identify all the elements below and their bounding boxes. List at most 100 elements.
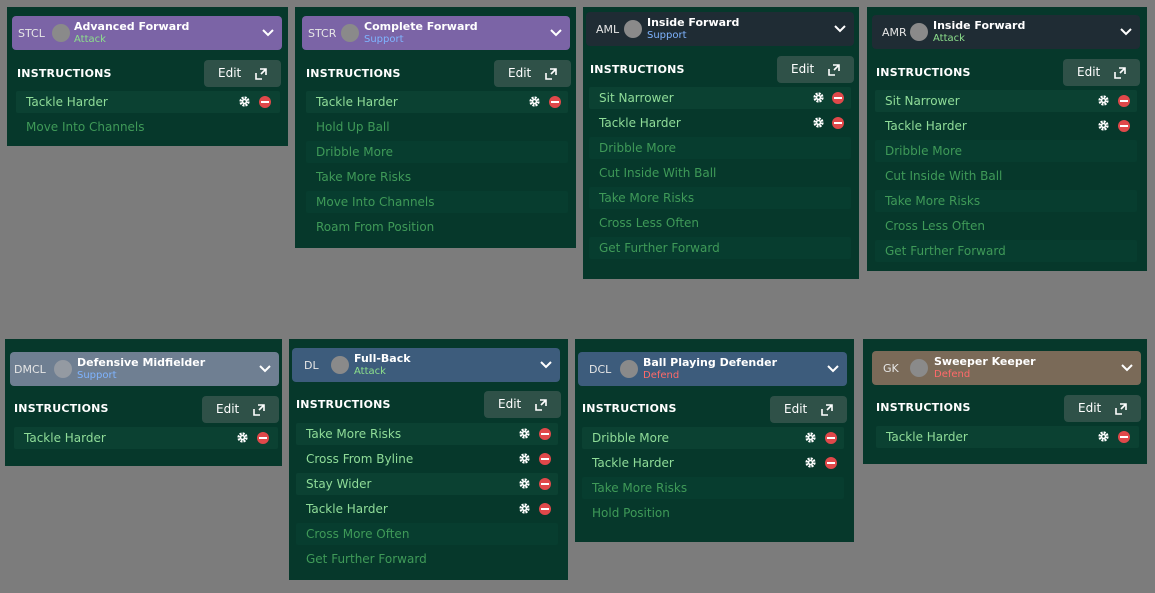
instruction-row[interactable]: Sit Narrower: [589, 87, 851, 109]
instruction-row[interactable]: Roam From Position: [306, 216, 568, 238]
instruction-row[interactable]: Move Into Channels: [16, 116, 280, 138]
instruction-row[interactable]: Tackle Harder: [16, 91, 280, 113]
instruction-row[interactable]: Take More Risks: [306, 166, 568, 188]
instruction-row[interactable]: Cut Inside With Ball: [875, 165, 1137, 187]
role-selector[interactable]: STCR Complete Forward Support: [302, 16, 570, 50]
instruction-row[interactable]: Tackle Harder: [876, 426, 1139, 448]
instruction-row[interactable]: Tackle Harder: [14, 427, 278, 449]
chevron-down-icon[interactable]: [538, 356, 554, 372]
remove-icon[interactable]: [825, 432, 837, 444]
instruction-row[interactable]: Tackle Harder: [306, 91, 568, 113]
chevron-down-icon[interactable]: [832, 20, 848, 36]
edit-label: Edit: [1077, 65, 1101, 79]
instruction-row[interactable]: Dribble More: [589, 137, 851, 159]
role-name: Advanced Forward: [74, 20, 190, 33]
gear-icon[interactable]: [804, 456, 817, 469]
role-name: Inside Forward: [647, 16, 740, 29]
gear-icon[interactable]: [812, 91, 825, 104]
gear-icon[interactable]: [1097, 94, 1110, 107]
instruction-row[interactable]: Take More Risks: [296, 423, 558, 445]
instruction-row[interactable]: Cross From Byline: [296, 448, 558, 470]
remove-icon[interactable]: [539, 478, 551, 490]
gear-icon[interactable]: [518, 477, 531, 490]
instruction-row[interactable]: Hold Up Ball: [306, 116, 568, 138]
remove-icon[interactable]: [549, 96, 561, 108]
instruction-row[interactable]: Take More Risks: [582, 477, 844, 499]
remove-icon[interactable]: [539, 453, 551, 465]
gear-icon[interactable]: [812, 116, 825, 129]
edit-button[interactable]: Edit: [777, 56, 854, 83]
instruction-row[interactable]: Get Further Forward: [589, 237, 851, 259]
remove-icon[interactable]: [832, 117, 844, 129]
instruction-row[interactable]: Get Further Forward: [296, 548, 558, 570]
instruction-row[interactable]: Cross Less Often: [589, 212, 851, 234]
instruction-row[interactable]: Dribble More: [582, 427, 844, 449]
instruction-row[interactable]: Tackle Harder: [296, 498, 558, 520]
role-selector[interactable]: STCL Advanced Forward Attack: [12, 16, 282, 50]
edit-button[interactable]: Edit: [484, 391, 561, 418]
role-selector[interactable]: DL Full-Back Attack: [292, 348, 560, 382]
instructions-heading: INSTRUCTIONS: [582, 402, 677, 415]
edit-button[interactable]: Edit: [1063, 59, 1140, 86]
instruction-row[interactable]: Take More Risks: [589, 187, 851, 209]
instruction-label: Dribble More: [592, 431, 670, 445]
instruction-row[interactable]: Tackle Harder: [589, 112, 851, 134]
remove-icon[interactable]: [259, 96, 271, 108]
chevron-down-icon[interactable]: [260, 24, 276, 40]
role-selector[interactable]: DCL Ball Playing Defender Defend: [578, 352, 847, 386]
edit-label: Edit: [508, 66, 532, 80]
expand-icon: [828, 64, 840, 76]
role-panel-stcr: STCR Complete Forward Support INSTRUCTIO…: [295, 7, 576, 248]
instruction-row[interactable]: Tackle Harder: [582, 452, 844, 474]
remove-icon[interactable]: [825, 457, 837, 469]
instruction-row[interactable]: Dribble More: [306, 141, 568, 163]
edit-button[interactable]: Edit: [204, 60, 281, 87]
remove-icon[interactable]: [257, 432, 269, 444]
chevron-down-icon[interactable]: [1119, 359, 1135, 375]
edit-button[interactable]: Edit: [202, 396, 279, 423]
gear-icon[interactable]: [1097, 430, 1110, 443]
remove-icon[interactable]: [539, 503, 551, 515]
chevron-down-icon[interactable]: [548, 24, 564, 40]
edit-button[interactable]: Edit: [494, 60, 571, 87]
instruction-label: Stay Wider: [306, 477, 372, 491]
gear-icon[interactable]: [518, 452, 531, 465]
instruction-row[interactable]: Cross Less Often: [875, 215, 1137, 237]
edit-button[interactable]: Edit: [770, 396, 847, 423]
gear-icon[interactable]: [518, 427, 531, 440]
instruction-row[interactable]: Take More Risks: [875, 190, 1137, 212]
gear-icon[interactable]: [1097, 119, 1110, 132]
role-selector[interactable]: GK Sweeper Keeper Defend: [872, 351, 1141, 385]
expand-icon: [253, 404, 265, 416]
instruction-row[interactable]: Move Into Channels: [306, 191, 568, 213]
instruction-row[interactable]: Cross More Often: [296, 523, 558, 545]
gear-icon[interactable]: [236, 431, 249, 444]
role-selector[interactable]: DMCL Defensive Midfielder Support: [10, 352, 279, 386]
gear-icon[interactable]: [528, 95, 541, 108]
instruction-row[interactable]: Hold Position: [582, 502, 844, 524]
instruction-label: Get Further Forward: [599, 241, 720, 255]
chevron-down-icon[interactable]: [1118, 23, 1134, 39]
remove-icon[interactable]: [1118, 120, 1130, 132]
instruction-row[interactable]: Tackle Harder: [875, 115, 1137, 137]
chevron-down-icon[interactable]: [257, 360, 273, 376]
instruction-row[interactable]: Cut Inside With Ball: [589, 162, 851, 184]
instruction-row[interactable]: Get Further Forward: [875, 240, 1137, 262]
instruction-label: Tackle Harder: [24, 431, 106, 445]
role-selector[interactable]: AML Inside Forward Support: [586, 12, 854, 46]
remove-icon[interactable]: [1118, 95, 1130, 107]
remove-icon[interactable]: [539, 428, 551, 440]
expand-icon: [1115, 403, 1127, 415]
edit-button[interactable]: Edit: [1064, 395, 1141, 422]
remove-icon[interactable]: [1118, 431, 1130, 443]
role-selector[interactable]: AMR Inside Forward Attack: [872, 15, 1140, 49]
gear-icon[interactable]: [238, 95, 251, 108]
instruction-row[interactable]: Stay Wider: [296, 473, 558, 495]
instruction-row[interactable]: Dribble More: [875, 140, 1137, 162]
instruction-row[interactable]: Sit Narrower: [875, 90, 1137, 112]
remove-icon[interactable]: [832, 92, 844, 104]
gear-icon[interactable]: [804, 431, 817, 444]
instruction-label: Get Further Forward: [885, 244, 1006, 258]
gear-icon[interactable]: [518, 502, 531, 515]
chevron-down-icon[interactable]: [825, 360, 841, 376]
